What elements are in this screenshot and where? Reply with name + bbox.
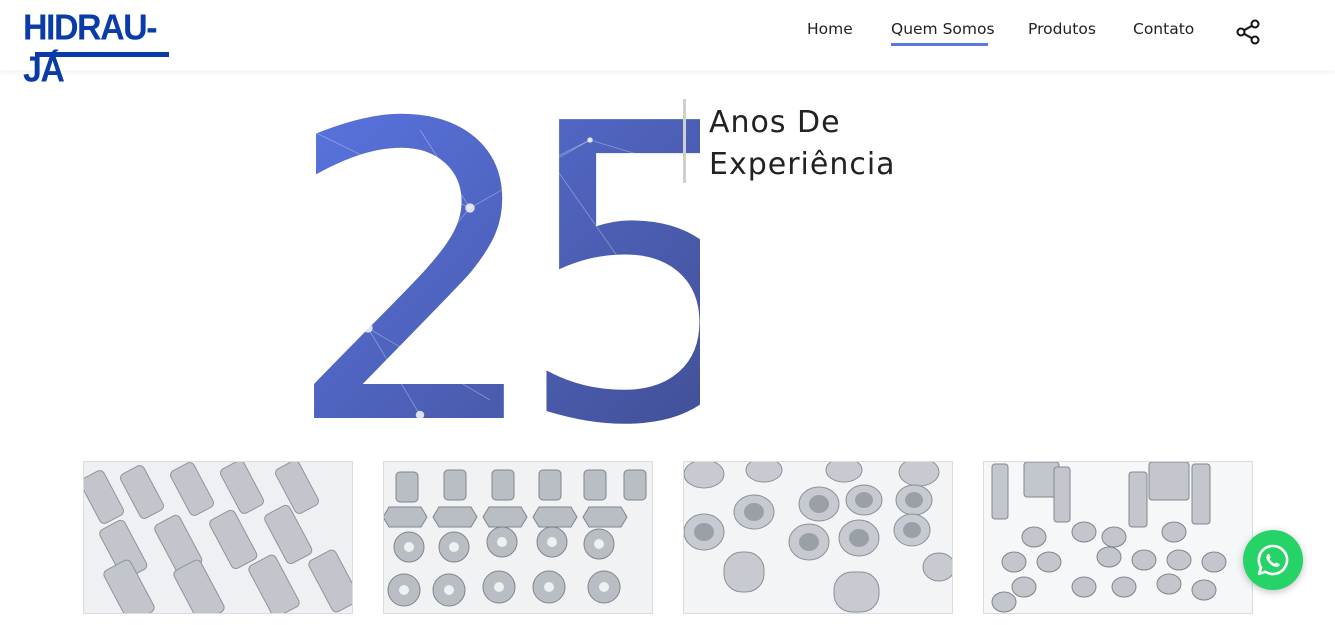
brand-logo[interactable]: HIDRAU-JÁ: [23, 7, 171, 90]
years-number: 25: [290, 100, 700, 430]
nav-quem-somos[interactable]: Quem Somos: [891, 20, 995, 38]
years-number-graphic: 25 25: [284, 37, 776, 515]
experience-heading: Anos De Experiência: [709, 102, 896, 186]
logo-underline: [35, 52, 169, 57]
gallery-image-3[interactable]: [683, 461, 953, 614]
nav-home[interactable]: Home: [807, 20, 853, 38]
nav-contato[interactable]: Contato: [1133, 20, 1194, 38]
share-icon[interactable]: [1235, 18, 1263, 46]
nav-produtos[interactable]: Produtos: [1028, 20, 1096, 38]
nav-active-indicator: [891, 43, 988, 46]
gallery-image-2[interactable]: [383, 461, 653, 614]
site-header: HIDRAU-JÁ Home Quem Somos Produtos Conta…: [0, 0, 1335, 90]
gallery-image-4[interactable]: [983, 461, 1253, 614]
experience-heading-line2: Experiência: [709, 147, 896, 182]
whatsapp-button[interactable]: [1243, 530, 1303, 590]
heading-divider: [683, 99, 686, 183]
gallery-image-1[interactable]: [83, 461, 353, 614]
logo-text: HIDRAU-JÁ: [23, 8, 158, 90]
whatsapp-icon: [1257, 544, 1289, 576]
experience-heading-line1: Anos De: [709, 105, 841, 140]
